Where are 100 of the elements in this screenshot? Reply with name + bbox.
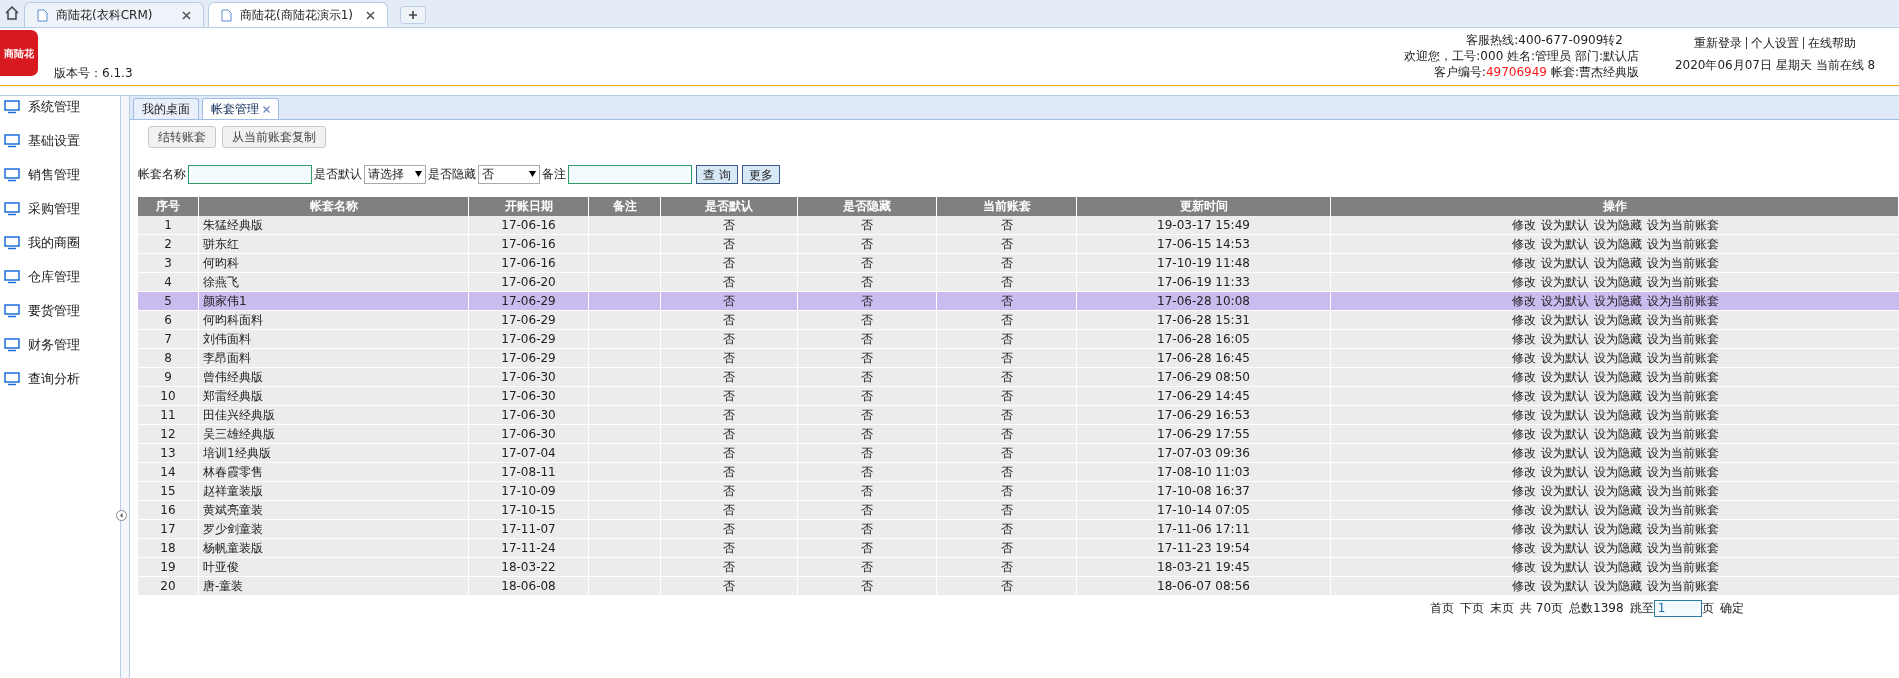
hidden-select[interactable]: 否: [478, 164, 540, 184]
action-link[interactable]: 修改: [1511, 558, 1536, 576]
action-link[interactable]: 设为当前账套: [1646, 577, 1719, 595]
sidebar-item[interactable]: 采购管理: [0, 200, 120, 218]
header-link[interactable]: 个人设置: [1751, 34, 1799, 52]
page-tab[interactable]: 我的桌面: [133, 98, 199, 119]
home-icon[interactable]: [4, 5, 20, 21]
action-link[interactable]: 设为当前账套: [1646, 558, 1719, 576]
action-link[interactable]: 修改: [1511, 463, 1536, 481]
action-link[interactable]: 设为默认: [1540, 387, 1589, 405]
collapse-icon[interactable]: [115, 510, 127, 521]
action-link[interactable]: 设为默认: [1540, 216, 1589, 234]
sidebar-item[interactable]: 系统管理: [0, 98, 120, 116]
action-link[interactable]: 设为当前账套: [1646, 292, 1719, 310]
table-row[interactable]: 3 何昀科 17-06-16 否 否 否 17-10-19 11:48 修改 设为默认 设为隐藏 设为当前账套: [138, 254, 1899, 273]
action-link[interactable]: 修改: [1511, 311, 1536, 329]
action-link[interactable]: 修改: [1511, 501, 1536, 519]
toolbar-button[interactable]: 结转账套: [148, 126, 216, 148]
action-link[interactable]: 修改: [1511, 292, 1536, 310]
action-link[interactable]: 修改: [1511, 482, 1536, 500]
action-link[interactable]: 设为默认: [1540, 463, 1589, 481]
header-link[interactable]: 在线帮助: [1808, 34, 1856, 52]
table-row[interactable]: 9 曾伟经典版 17-06-30 否 否 否 17-06-29 08:50 修改 设为默认 设为隐藏 设为当前账套: [138, 368, 1899, 387]
action-link[interactable]: 设为默认: [1540, 558, 1589, 576]
default-select[interactable]: 请选择: [364, 164, 426, 184]
filter-button[interactable]: 查 询: [696, 164, 738, 184]
table-row[interactable]: 7 刘伟面料 17-06-29 否 否 否 17-06-28 16:05 修改 设为默认 设为隐藏 设为当前账套: [138, 330, 1899, 349]
table-row[interactable]: 14 林春霞零售 17-08-11 否 否 否 17-08-10 11:03 修改 设为默认 设为隐藏 设为当前账套: [138, 463, 1899, 482]
action-link[interactable]: 设为当前账套: [1646, 539, 1719, 557]
name-input-field[interactable]: [188, 164, 312, 184]
action-link[interactable]: 设为隐藏: [1593, 558, 1642, 576]
sidebar-item[interactable]: 要货管理: [0, 302, 120, 320]
table-row[interactable]: 1 朱猛经典版 17-06-16 否 否 否 19-03-17 15:49 修改 设为默认 设为隐藏 设为当前账套: [138, 216, 1899, 235]
table-row[interactable]: 16 黄斌亮童装 17-10-15 否 否 否 17-10-14 07:05 修改 设为默认 设为隐藏 设为当前账套: [138, 501, 1899, 520]
action-link[interactable]: 设为隐藏: [1593, 330, 1642, 348]
table-row[interactable]: 18 杨帆童装版 17-11-24 否 否 否 17-11-23 19:54 修改 设为默认 设为隐藏 设为当前账套: [138, 539, 1899, 558]
action-link[interactable]: 设为默认: [1540, 292, 1589, 310]
action-link[interactable]: 设为默认: [1540, 539, 1589, 557]
close-icon[interactable]: [182, 10, 191, 20]
action-link[interactable]: 修改: [1511, 520, 1536, 538]
close-icon[interactable]: [263, 105, 270, 113]
action-link[interactable]: 设为隐藏: [1593, 520, 1642, 538]
action-link[interactable]: 设为隐藏: [1593, 539, 1642, 557]
action-link[interactable]: 设为隐藏: [1593, 501, 1642, 519]
action-link[interactable]: 修改: [1511, 216, 1536, 234]
action-link[interactable]: 设为默认: [1540, 349, 1589, 367]
table-row[interactable]: 15 赵祥童装版 17-10-09 否 否 否 17-10-08 16:37 修改 设为默认 设为隐藏 设为当前账套: [138, 482, 1899, 501]
action-link[interactable]: 设为隐藏: [1593, 425, 1642, 443]
action-link[interactable]: 设为隐藏: [1593, 577, 1642, 595]
browser-tab[interactable]: 商陆花(衣科CRM): [24, 2, 204, 27]
action-link[interactable]: 设为默认: [1540, 501, 1589, 519]
action-link[interactable]: 设为默认: [1540, 235, 1589, 253]
action-link[interactable]: 修改: [1511, 406, 1536, 424]
action-link[interactable]: 设为默认: [1540, 577, 1589, 595]
browser-tab[interactable]: 商陆花(商陆花演示1): [208, 2, 388, 27]
action-link[interactable]: 设为当前账套: [1646, 349, 1719, 367]
table-row[interactable]: 4 徐燕飞 17-06-20 否 否 否 17-06-19 11:33 修改 设为默认 设为隐藏 设为当前账套: [138, 273, 1899, 292]
action-link[interactable]: 设为默认: [1540, 330, 1589, 348]
action-link[interactable]: 设为当前账套: [1646, 254, 1719, 272]
table-row[interactable]: 5 颜家伟1 17-06-29 否 否 否 17-06-28 10:08 修改 设为默认 设为隐藏 设为当前账套: [138, 292, 1899, 311]
action-link[interactable]: 设为隐藏: [1593, 463, 1642, 481]
action-link[interactable]: 修改: [1511, 254, 1536, 272]
action-link[interactable]: 设为隐藏: [1593, 444, 1642, 462]
header-link[interactable]: 重新登录: [1694, 34, 1742, 52]
page-link[interactable]: 下页: [1460, 599, 1484, 617]
action-link[interactable]: 设为隐藏: [1593, 292, 1642, 310]
table-row[interactable]: 20 唐-童装 18-06-08 否 否 否 18-06-07 08:56 修改 设为默认 设为隐藏 设为当前账套: [138, 577, 1899, 596]
sidebar-item[interactable]: 基础设置: [0, 132, 120, 150]
filter-button[interactable]: 更多: [741, 164, 780, 184]
action-link[interactable]: 设为当前账套: [1646, 387, 1719, 405]
action-link[interactable]: 设为当前账套: [1646, 425, 1719, 443]
action-link[interactable]: 修改: [1511, 349, 1536, 367]
action-link[interactable]: 设为隐藏: [1593, 368, 1642, 386]
action-link[interactable]: 设为默认: [1540, 273, 1589, 291]
action-link[interactable]: 设为当前账套: [1646, 501, 1719, 519]
table-row[interactable]: 19 叶亚俊 18-03-22 否 否 否 18-03-21 19:45 修改 设为默认 设为隐藏 设为当前账套: [138, 558, 1899, 577]
action-link[interactable]: 设为默认: [1540, 311, 1589, 329]
action-link[interactable]: 修改: [1511, 330, 1536, 348]
action-link[interactable]: 设为隐藏: [1593, 349, 1642, 367]
action-link[interactable]: 设为默认: [1540, 482, 1589, 500]
action-link[interactable]: 修改: [1511, 425, 1536, 443]
action-link[interactable]: 设为默认: [1540, 368, 1589, 386]
confirm-link[interactable]: 确定: [1719, 599, 1744, 617]
action-link[interactable]: 修改: [1511, 444, 1536, 462]
action-link[interactable]: 设为默认: [1540, 425, 1589, 443]
sidebar-item[interactable]: 财务管理: [0, 336, 120, 354]
action-link[interactable]: 设为当前账套: [1646, 311, 1719, 329]
action-link[interactable]: 设为隐藏: [1593, 482, 1642, 500]
table-row[interactable]: 11 田佳兴经典版 17-06-30 否 否 否 17-06-29 16:53 修改 设为默认 设为隐藏 设为当前账套: [138, 406, 1899, 425]
action-link[interactable]: 设为默认: [1540, 444, 1589, 462]
sidebar-item[interactable]: 仓库管理: [0, 268, 120, 286]
action-link[interactable]: 设为当前账套: [1646, 368, 1719, 386]
note-input-field[interactable]: [568, 164, 692, 184]
close-icon[interactable]: [366, 10, 375, 20]
action-link[interactable]: 设为当前账套: [1646, 330, 1719, 348]
action-link[interactable]: 修改: [1511, 577, 1536, 595]
table-row[interactable]: 13 培训1经典版 17-07-04 否 否 否 17-07-03 09:36 修改 设为默认 设为隐藏 设为当前账套: [138, 444, 1899, 463]
action-link[interactable]: 设为当前账套: [1646, 444, 1719, 462]
action-link[interactable]: 设为默认: [1540, 520, 1589, 538]
page-input-field[interactable]: 1: [1653, 599, 1702, 617]
